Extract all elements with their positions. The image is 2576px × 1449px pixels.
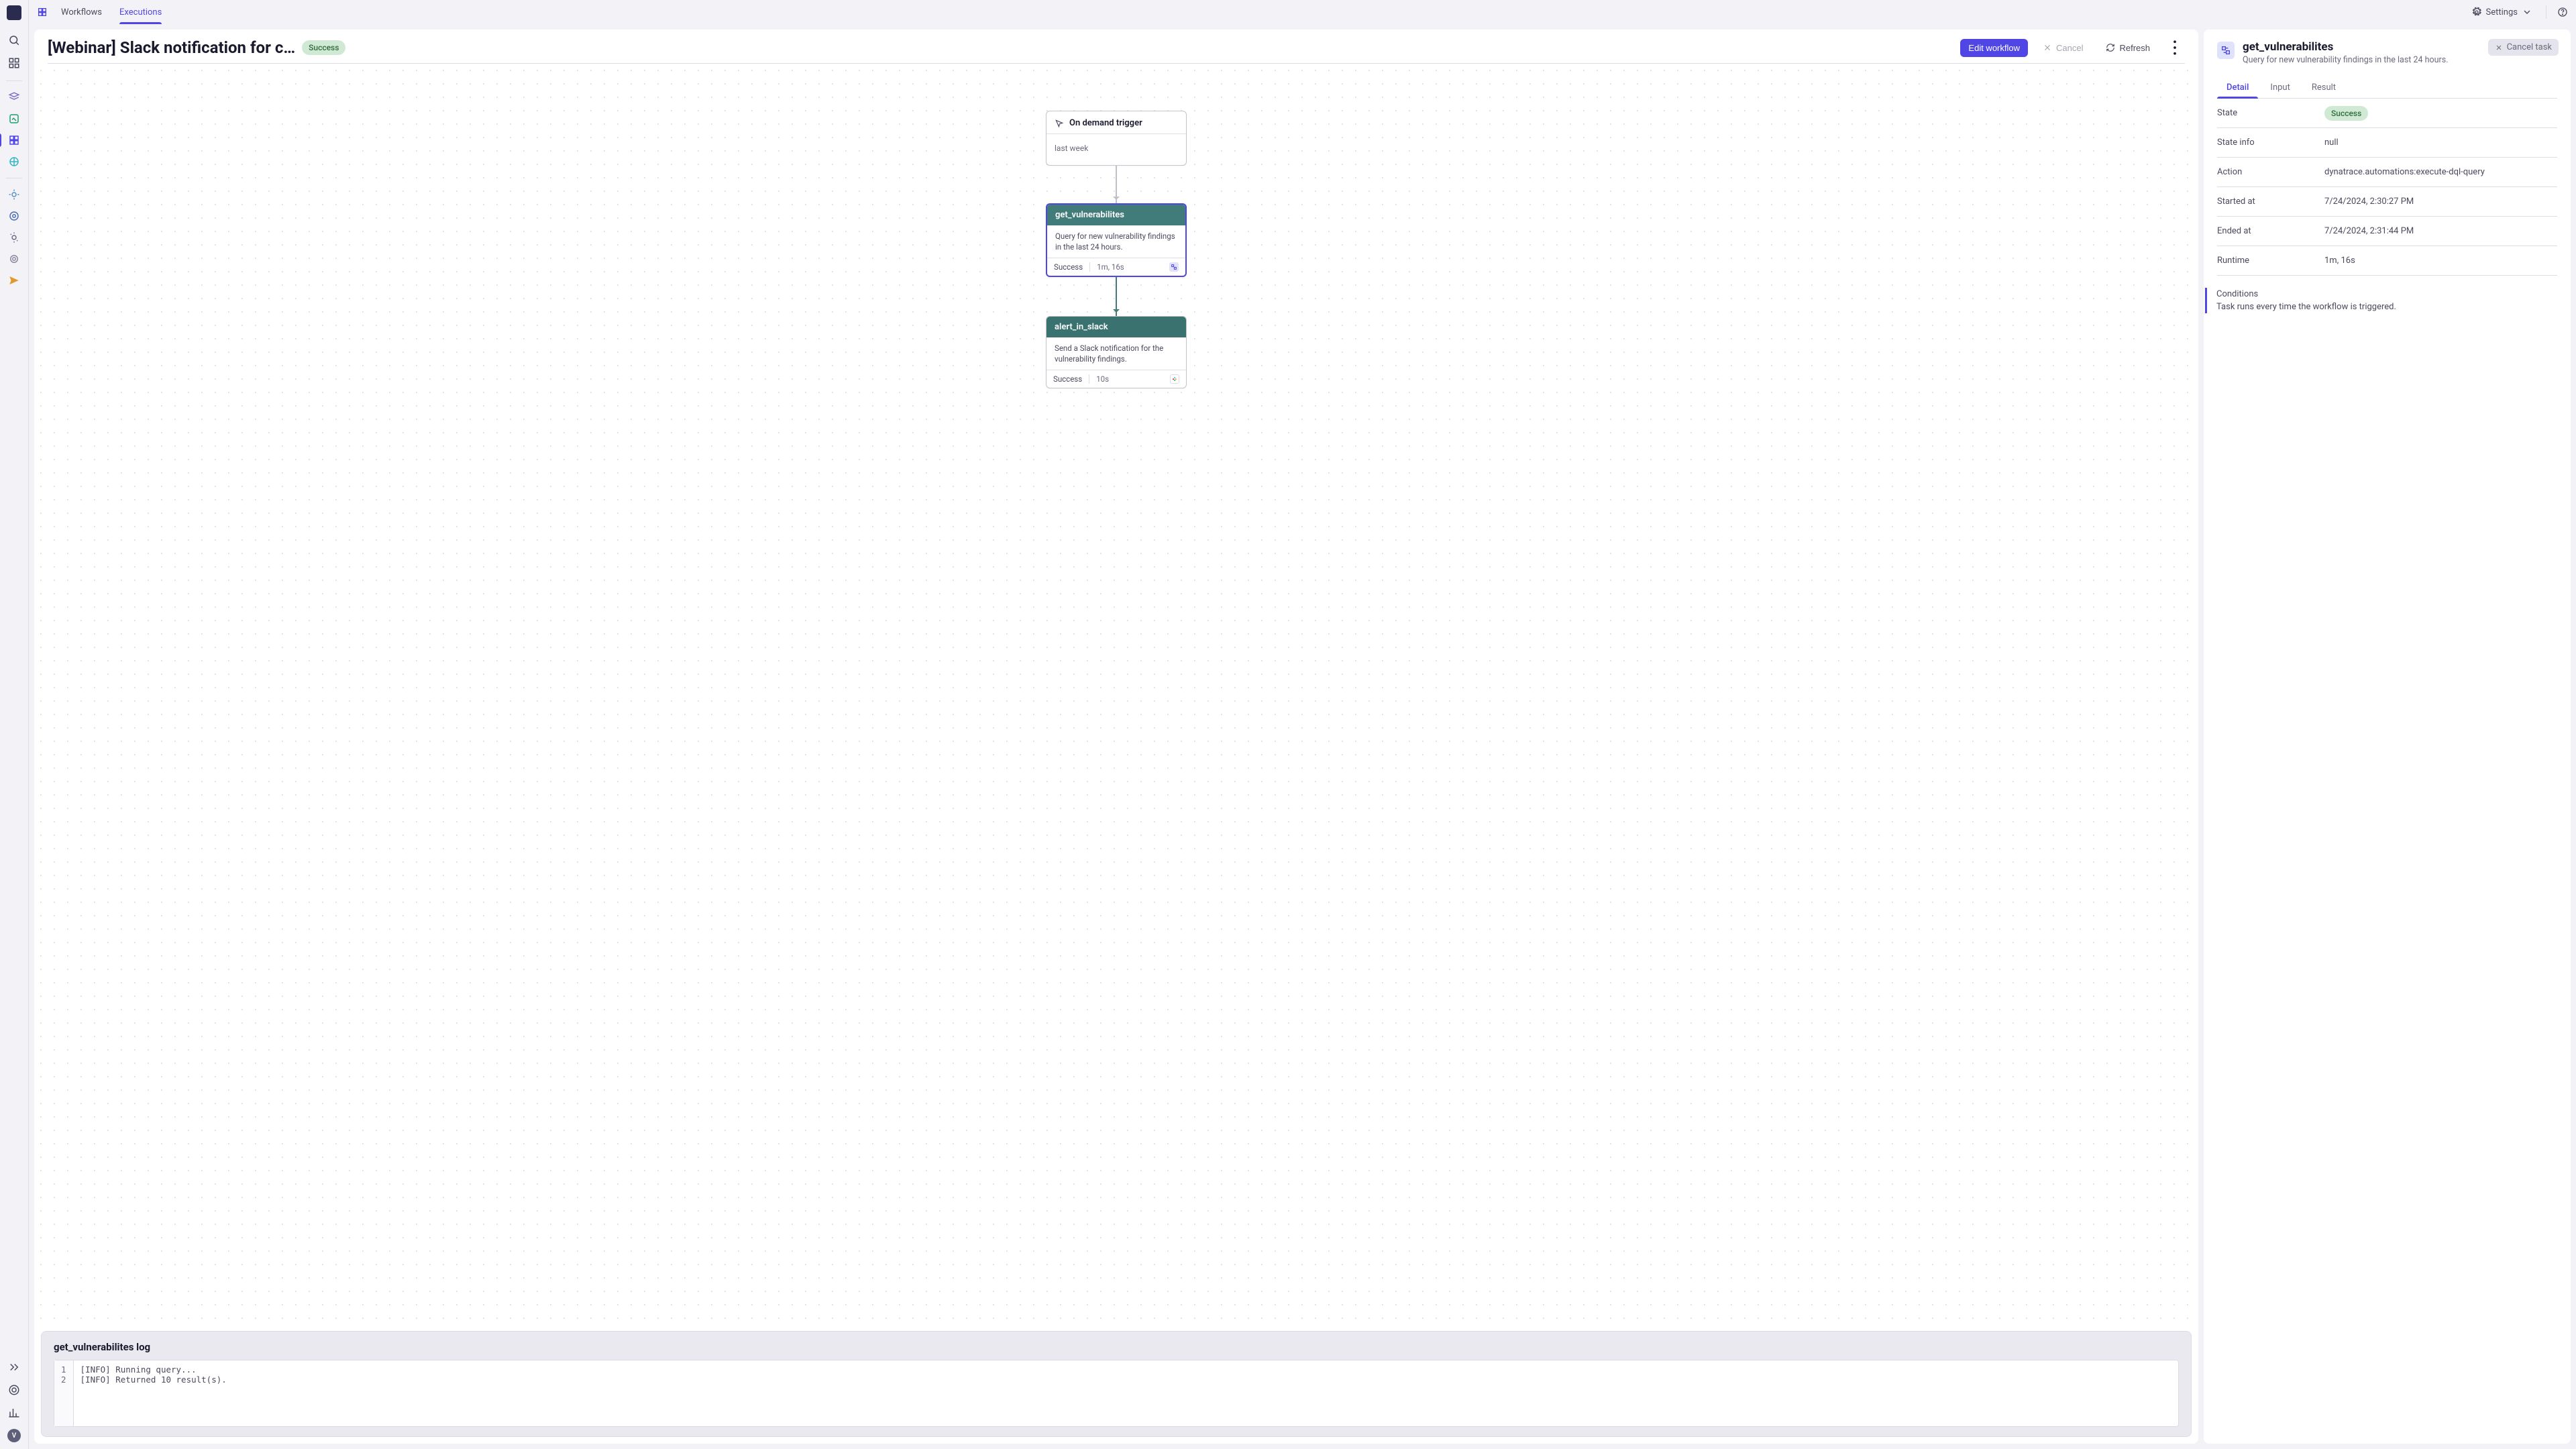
kv-value: 1m, 16s bbox=[2324, 256, 2355, 266]
app-switcher-icon[interactable] bbox=[34, 4, 50, 20]
side-app-4[interactable] bbox=[5, 152, 23, 171]
kv-value: null bbox=[2324, 138, 2339, 148]
apps-grid-icon[interactable] bbox=[5, 54, 23, 72]
state-badge: Success bbox=[2324, 106, 2368, 121]
detail-title: get_vulnerabilites bbox=[2243, 40, 2449, 54]
side-fav-5[interactable] bbox=[5, 271, 23, 290]
kv-key: State bbox=[2217, 108, 2324, 118]
edit-workflow-button[interactable]: Edit workflow bbox=[1960, 39, 2028, 57]
task-node-desc: Query for new vulnerability findings in … bbox=[1047, 225, 1185, 258]
brand-logo[interactable] bbox=[7, 5, 21, 20]
cancel-task-button: Cancel task bbox=[2488, 39, 2559, 56]
task-node-status: Success bbox=[1053, 374, 1082, 384]
side-fav-2[interactable] bbox=[5, 207, 23, 225]
side-app-2[interactable] bbox=[5, 109, 23, 128]
settings-label: Settings bbox=[2486, 7, 2518, 17]
cursor-icon bbox=[1055, 119, 1064, 128]
task-node-duration: 10s bbox=[1089, 374, 1109, 384]
trigger-title: On demand trigger bbox=[1069, 118, 1142, 128]
conditions-title: Conditions bbox=[2216, 289, 2545, 299]
side-fav-1[interactable] bbox=[5, 185, 23, 204]
task-detail-panel: get_vulnerabilites Query for new vulnera… bbox=[2204, 30, 2571, 1444]
conditions-text: Task runs every time the workflow is tri… bbox=[2216, 302, 2545, 312]
workflow-title: [Webinar] Slack notification for c… bbox=[48, 38, 295, 57]
close-icon bbox=[2043, 43, 2052, 52]
kv-key: Runtime bbox=[2217, 256, 2324, 266]
task-node-status: Success bbox=[1054, 262, 1083, 272]
expand-rail-icon[interactable] bbox=[5, 1358, 23, 1377]
tab-input[interactable]: Input bbox=[2261, 77, 2299, 98]
side-app-1[interactable] bbox=[5, 88, 23, 107]
settings-button[interactable]: Settings bbox=[2466, 4, 2538, 20]
chevron-down-icon bbox=[2522, 7, 2532, 17]
kv-value: 7/24/2024, 2:30:27 PM bbox=[2324, 197, 2414, 207]
log-gutter: 12 bbox=[54, 1360, 74, 1426]
log-title: get_vulnerabilites log bbox=[54, 1341, 2179, 1353]
help-icon[interactable] bbox=[5, 1381, 23, 1399]
slack-icon bbox=[1170, 374, 1179, 384]
cancel-button: Cancel bbox=[2035, 39, 2091, 57]
task-node-duration: 1m, 16s bbox=[1089, 262, 1124, 272]
side-app-workflows[interactable] bbox=[5, 131, 23, 150]
task-node-alert-in-slack[interactable]: alert_in_slack Send a Slack notification… bbox=[1046, 316, 1187, 388]
refresh-button[interactable]: Refresh bbox=[2098, 39, 2158, 57]
analytics-icon[interactable] bbox=[5, 1403, 23, 1422]
left-rail: V bbox=[0, 0, 29, 1449]
more-menu-button[interactable] bbox=[2165, 38, 2185, 58]
workflow-canvas[interactable]: On demand trigger last week get_vulnerab… bbox=[34, 64, 2198, 1326]
close-icon bbox=[2495, 44, 2503, 52]
avatar[interactable]: V bbox=[5, 1426, 23, 1445]
side-fav-4[interactable] bbox=[5, 250, 23, 268]
tab-workflows[interactable]: Workflows bbox=[54, 0, 109, 24]
kv-key: Ended at bbox=[2217, 226, 2324, 236]
search-button[interactable] bbox=[5, 31, 23, 50]
detail-subtitle: Query for new vulnerability findings in … bbox=[2243, 55, 2449, 65]
log-panel: get_vulnerabilites log 12 [INFO] Running… bbox=[41, 1331, 2192, 1437]
help-button[interactable] bbox=[2555, 4, 2571, 20]
kv-key: State info bbox=[2217, 138, 2324, 148]
tab-executions[interactable]: Executions bbox=[113, 0, 168, 24]
trigger-node[interactable]: On demand trigger last week bbox=[1046, 111, 1187, 166]
tab-result[interactable]: Result bbox=[2302, 77, 2345, 98]
workflow-status-badge: Success bbox=[302, 40, 345, 55]
task-node-get-vulnerabilites[interactable]: get_vulnerabilites Query for new vulnera… bbox=[1046, 203, 1187, 277]
log-code[interactable]: 12 [INFO] Running query... [INFO] Return… bbox=[54, 1360, 2179, 1427]
workflow-action-icon bbox=[1169, 262, 1179, 272]
kv-value: 7/24/2024, 2:31:44 PM bbox=[2324, 226, 2414, 236]
kv-key: Action bbox=[2217, 167, 2324, 177]
trigger-timestamp: last week bbox=[1046, 133, 1186, 165]
top-bar: Workflows Executions Settings bbox=[29, 0, 2576, 24]
kv-key: Started at bbox=[2217, 197, 2324, 207]
refresh-icon bbox=[2106, 43, 2115, 52]
gear-icon bbox=[2471, 7, 2482, 17]
log-lines: [INFO] Running query... [INFO] Returned … bbox=[74, 1360, 233, 1426]
task-node-title: get_vulnerabilites bbox=[1047, 205, 1185, 225]
side-fav-3[interactable] bbox=[5, 228, 23, 247]
kv-value: dynatrace.automations:execute-dql-query bbox=[2324, 167, 2485, 177]
task-node-desc: Send a Slack notification for the vulner… bbox=[1046, 337, 1186, 370]
task-node-title: alert_in_slack bbox=[1046, 317, 1186, 337]
tab-detail[interactable]: Detail bbox=[2217, 77, 2258, 98]
task-type-icon bbox=[2217, 42, 2235, 59]
